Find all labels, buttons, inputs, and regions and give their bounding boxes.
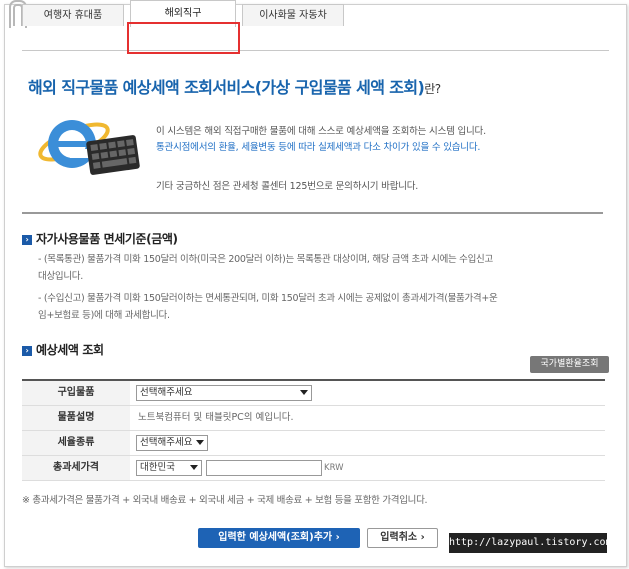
section-divider: [22, 212, 603, 214]
country-select[interactable]: 대한민국: [136, 460, 202, 476]
exemption-line-1a: - (목록통관) 물품가격 미화 150달러 이하(미국은 200달러 이하)는…: [38, 254, 493, 265]
estimate-heading: › 예상세액 조회: [22, 341, 104, 358]
price-note: ※ 총과세가격은 물품가격 + 외국내 배송료 + 외국내 세금 + 국제 배송…: [22, 495, 428, 506]
item-label: 구입물품: [22, 381, 130, 405]
desc-label: 물품설명: [22, 406, 130, 430]
exchange-rate-button[interactable]: 국가별환율조회: [530, 356, 609, 373]
bullet-arrow-icon: ›: [22, 235, 32, 245]
tab-traveler-goods[interactable]: 여행자 휴대품: [22, 4, 124, 26]
item-select[interactable]: 선택해주세요: [136, 385, 312, 401]
tab-moving-cargo-vehicle[interactable]: 이사화물 자동차: [242, 4, 344, 26]
estimate-form-table: 구입물품 선택해주세요 물품설명 노트북컴퓨터 및 태블릿PC의 예입니다. 세…: [22, 379, 605, 481]
intro-line-3: 기타 궁금하신 점은 관세청 콜센터 125번으로 문의하시기 바랍니다.: [156, 181, 419, 192]
browser-keyboard-icon: [38, 120, 140, 175]
exemption-line-1b: 대상입니다.: [38, 271, 83, 282]
exemption-heading: › 자가사용물품 면세기준(금액): [22, 230, 178, 247]
exemption-line-2a: - (수입신고) 물품가격 미화 150달러이하는 면세통관되며, 미화 150…: [38, 293, 498, 304]
tax-type-select[interactable]: 선택해주세요: [136, 435, 208, 451]
desc-value: 노트북컴퓨터 및 태블릿PC의 예입니다.: [138, 412, 294, 423]
price-label: 총과세가격: [22, 456, 130, 480]
exemption-line-2b: 임+보험료 등)에 대해 과세합니다.: [38, 310, 170, 321]
price-input[interactable]: [206, 460, 322, 476]
page-title: 해외 직구물품 예상세액 조회서비스(가상 구입물품 세액 조회)란?: [28, 78, 441, 97]
intro-line-2: 통관시점에서의 환율, 세율변동 등에 따라 실제세액과 다소 차이가 있을 수…: [156, 142, 481, 153]
chevron-down-icon: [196, 440, 204, 445]
cancel-input-button[interactable]: 입력취소 ›: [367, 528, 438, 548]
chevron-down-icon: [300, 390, 308, 395]
bullet-arrow-icon: ›: [22, 346, 32, 356]
highlight-box: [127, 22, 240, 54]
table-row: 세율종류 선택해주세요: [22, 431, 605, 456]
intro-line-1: 이 시스템은 해외 직접구매한 물품에 대해 스스로 예상세액을 조회하는 시스…: [156, 126, 486, 137]
table-row: 총과세가격 대한민국 KRW: [22, 456, 605, 481]
currency-unit: KRW: [324, 463, 344, 473]
tax-label: 세율종류: [22, 431, 130, 455]
watermark: http://lazypaul.tistory.com: [449, 533, 612, 553]
table-row: 물품설명 노트북컴퓨터 및 태블릿PC의 예입니다.: [22, 406, 605, 431]
tab-underline: [22, 50, 609, 51]
chevron-down-icon: [190, 465, 198, 470]
table-row: 구입물품 선택해주세요: [22, 381, 605, 406]
submit-estimate-button[interactable]: 입력한 예상세액(조회)추가 ›: [198, 528, 360, 548]
